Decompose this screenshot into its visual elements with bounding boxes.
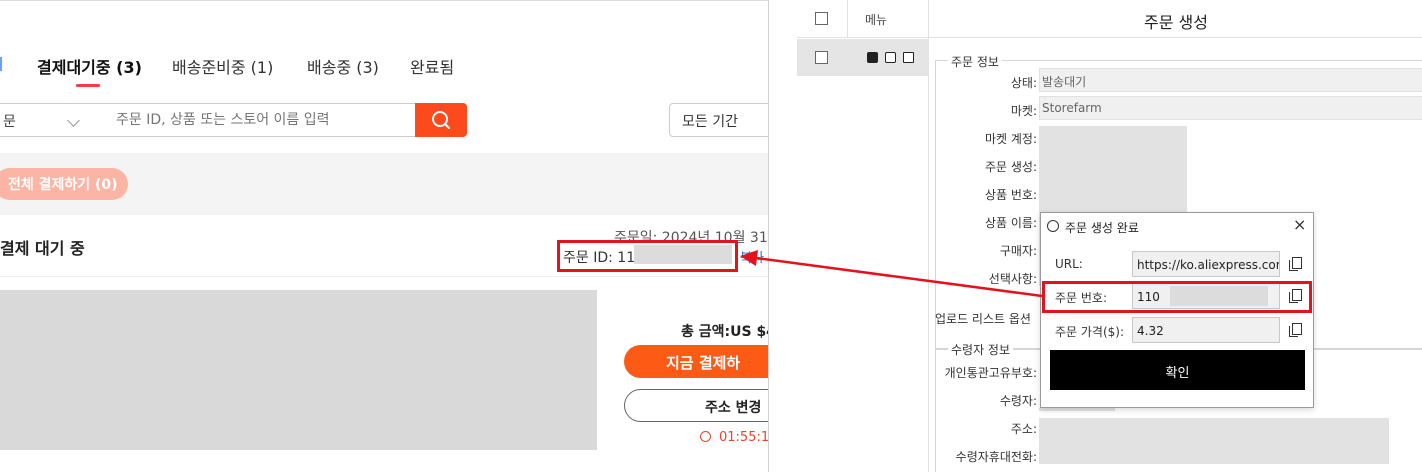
tab-completed[interactable]: 완료됨: [410, 54, 454, 78]
section-title: 주문 정보: [948, 53, 1002, 70]
search-icon: [432, 111, 450, 129]
dialog-title: 주문 생성 완료: [1065, 221, 1139, 235]
buyer-label: 구매자:: [999, 244, 1037, 258]
order-price-field[interactable]: 4.32: [1132, 317, 1280, 343]
recipient-phone-label: 수령자휴대전화:: [955, 450, 1037, 464]
countdown-value: 01:55:1: [719, 430, 768, 445]
order-status-tabs: 결제대기중 (3) 배송준비중 (1) 배송중 (3) 완료됨: [0, 1, 768, 91]
market-label: 마켓:: [1010, 104, 1037, 118]
order-number-highlight-box: [1042, 281, 1312, 313]
order-id-highlight-box: [557, 240, 738, 272]
change-address-button[interactable]: 주소 변경: [624, 389, 768, 422]
zoom-icon[interactable]: [885, 52, 896, 63]
close-icon[interactable]: ×: [1293, 215, 1306, 234]
order-list-sidebar: 메뉴: [769, 0, 929, 472]
order-total: 총 금액:US $4: [681, 324, 768, 340]
divider: [0, 276, 768, 277]
url-label: URL:: [1055, 257, 1083, 271]
tab-shipping[interactable]: 배송중 (3): [307, 54, 379, 78]
search-type-value: 문: [3, 114, 16, 130]
redacted-product-image: [0, 290, 597, 450]
order-price-label: 주문 가격($):: [1055, 325, 1125, 339]
recipient-label: 수령자:: [999, 394, 1037, 408]
divider: [847, 0, 848, 38]
select-all-checkbox[interactable]: [815, 12, 828, 25]
order-created-label: 주문 생성:: [984, 160, 1037, 174]
filter-row: 문 모든 기간: [0, 103, 768, 137]
order-status: 결제 대기 중: [0, 239, 85, 258]
pay-now-button[interactable]: 지금 결제하: [624, 345, 768, 378]
url-field[interactable]: https://ko.aliexpress.com/i: [1132, 251, 1280, 277]
redacted-address: [1039, 418, 1389, 464]
tab-preparing-shipment[interactable]: 배송준비중 (1): [172, 54, 273, 78]
order-list-page: 결제대기중 (3) 배송준비중 (1) 배송중 (3) 완료됨 문 모든 기간 …: [0, 0, 768, 472]
clock-icon: [700, 431, 711, 442]
box-icon[interactable]: [903, 52, 914, 63]
copy-order-id-link[interactable]: 복사: [740, 247, 764, 266]
customs-code-label: 개인통관고유부호:: [944, 366, 1037, 380]
search-type-select[interactable]: 문: [0, 103, 105, 137]
tab-edge-marker: [0, 57, 2, 71]
status-field[interactable]: 발송대기: [1039, 68, 1422, 92]
list-item[interactable]: [797, 39, 929, 76]
copy-icon[interactable]: [1289, 323, 1302, 337]
address-label: 주소:: [1010, 422, 1037, 436]
bulk-action-bar: 전체 결제하기 (0): [0, 153, 768, 215]
copy-icon[interactable]: [1289, 257, 1302, 271]
active-tab-underline: [76, 84, 100, 87]
menu-column-label: 메뉴: [865, 13, 888, 27]
section-title: 수령자 정보: [948, 341, 1014, 358]
period-select[interactable]: 모든 기간: [669, 103, 768, 137]
row-checkbox[interactable]: [815, 51, 828, 64]
app-icon: [1047, 220, 1059, 232]
order-search-input[interactable]: [104, 103, 416, 137]
chevron-down-icon: [67, 114, 80, 127]
market-account-label: 마켓 계정:: [984, 132, 1037, 146]
options-label: 선택사항:: [988, 272, 1037, 286]
product-number-label: 상품 번호:: [984, 188, 1037, 202]
list-header: 메뉴: [797, 0, 929, 38]
payment-countdown: 01:55:1: [700, 430, 768, 445]
form-title: 주문 생성: [929, 0, 1422, 38]
search-icon[interactable]: [867, 52, 878, 63]
redacted-recipient: [1039, 408, 1115, 411]
status-label: 상태:: [1010, 76, 1037, 90]
search-button[interactable]: [415, 103, 467, 137]
market-field[interactable]: Storefarm: [1039, 96, 1422, 120]
tab-awaiting-payment[interactable]: 결제대기중 (3): [37, 54, 142, 78]
product-name-label: 상품 이름:: [984, 216, 1037, 230]
confirm-button[interactable]: 확인: [1050, 350, 1305, 390]
pay-all-button[interactable]: 전체 결제하기 (0): [0, 168, 128, 200]
upload-list-option-label: 업로드 리스트 옵션: [935, 312, 1031, 326]
